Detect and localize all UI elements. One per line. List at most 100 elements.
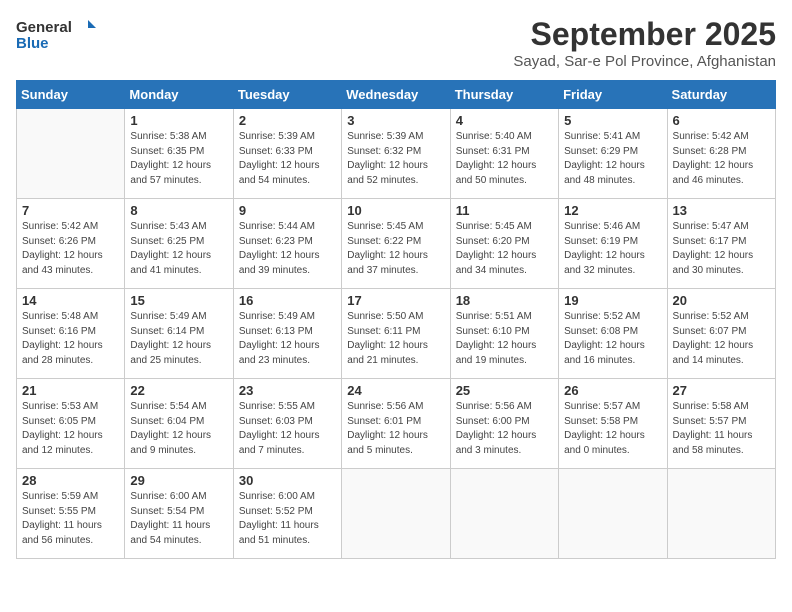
day-number: 9 xyxy=(239,203,336,218)
day-number: 12 xyxy=(564,203,661,218)
day-info: Sunrise: 5:43 AM Sunset: 6:25 PM Dayligh… xyxy=(130,220,227,278)
calendar-cell: 14Sunrise: 5:48 AM Sunset: 6:16 PM Dayli… xyxy=(17,289,125,379)
day-number: 8 xyxy=(130,203,227,218)
calendar-week-row: 7 Sunrise: 5:42 AM Sunset: 6:26 PM Daylig… xyxy=(17,199,776,289)
day-number: 4 xyxy=(456,113,553,128)
calendar-cell: 30 Sunrise: 6:00 AM Sunset: 5:52 PM Dayli… xyxy=(233,469,341,559)
calendar-week-row: 21Sunrise: 5:53 AM Sunset: 6:05 PM Dayli… xyxy=(17,379,776,469)
day-number: 20 xyxy=(673,293,770,308)
day-info: Sunrise: 5:58 AM Sunset: 5:57 PM Dayligh… xyxy=(673,400,770,458)
calendar-cell: 27 Sunrise: 5:58 AM Sunset: 5:57 PM Dayli… xyxy=(667,379,775,469)
day-number: 27 xyxy=(673,383,770,398)
day-number: 23 xyxy=(239,383,336,398)
day-number: 30 xyxy=(239,473,336,488)
day-info: Sunrise: 5:38 AM Sunset: 6:35 PM Dayligh… xyxy=(130,130,227,188)
weekday-header: Thursday xyxy=(450,81,558,109)
page-header: General Blue September 2025 Sayad, Sar-e… xyxy=(16,16,776,70)
day-info: Sunrise: 5:45 AM Sunset: 6:20 PM Dayligh… xyxy=(456,220,553,278)
day-number: 29 xyxy=(130,473,227,488)
logo-svg: General Blue xyxy=(16,16,96,54)
day-number: 7 xyxy=(22,203,119,218)
logo: General Blue xyxy=(16,16,96,59)
calendar-cell: 26Sunrise: 5:57 AM Sunset: 5:58 PM Dayli… xyxy=(559,379,667,469)
day-number: 11 xyxy=(456,203,553,218)
calendar-cell: 2 Sunrise: 5:39 AM Sunset: 6:33 PM Daylig… xyxy=(233,109,341,199)
calendar-week-row: 28 Sunrise: 5:59 AM Sunset: 5:55 PM Dayli… xyxy=(17,469,776,559)
calendar-cell: 11 Sunrise: 5:45 AM Sunset: 6:20 PM Dayli… xyxy=(450,199,558,289)
calendar-cell xyxy=(17,109,125,199)
day-number: 28 xyxy=(22,473,119,488)
day-number: 1 xyxy=(130,113,227,128)
day-info: Sunrise: 5:46 AM Sunset: 6:19 PM Dayligh… xyxy=(564,220,661,278)
calendar-cell: 13 Sunrise: 5:47 AM Sunset: 6:17 PM Dayli… xyxy=(667,199,775,289)
day-info: Sunrise: 5:44 AM Sunset: 6:23 PM Dayligh… xyxy=(239,220,336,278)
svg-text:General: General xyxy=(16,19,72,36)
day-info: Sunrise: 5:53 AM Sunset: 6:05 PM Dayligh… xyxy=(22,400,119,458)
day-info: Sunrise: 5:50 AM Sunset: 6:11 PM Dayligh… xyxy=(347,310,444,368)
day-info: Sunrise: 5:56 AM Sunset: 6:01 PM Dayligh… xyxy=(347,400,444,458)
weekday-header: Wednesday xyxy=(342,81,450,109)
day-info: Sunrise: 5:40 AM Sunset: 6:31 PM Dayligh… xyxy=(456,130,553,188)
calendar-cell: 5Sunrise: 5:41 AM Sunset: 6:29 PM Daylig… xyxy=(559,109,667,199)
day-number: 15 xyxy=(130,293,227,308)
day-info: Sunrise: 5:52 AM Sunset: 6:08 PM Dayligh… xyxy=(564,310,661,368)
weekday-header: Friday xyxy=(559,81,667,109)
calendar-cell: 15 Sunrise: 5:49 AM Sunset: 6:14 PM Dayli… xyxy=(125,289,233,379)
day-info: Sunrise: 5:49 AM Sunset: 6:14 PM Dayligh… xyxy=(130,310,227,368)
calendar-week-row: 1 Sunrise: 5:38 AM Sunset: 6:35 PM Daylig… xyxy=(17,109,776,199)
calendar-cell: 20Sunrise: 5:52 AM Sunset: 6:07 PM Dayli… xyxy=(667,289,775,379)
logo-text: General Blue xyxy=(16,16,96,59)
calendar-cell: 28 Sunrise: 5:59 AM Sunset: 5:55 PM Dayli… xyxy=(17,469,125,559)
location: Sayad, Sar-e Pol Province, Afghanistan xyxy=(513,53,776,70)
day-info: Sunrise: 5:42 AM Sunset: 6:26 PM Dayligh… xyxy=(22,220,119,278)
day-info: Sunrise: 5:59 AM Sunset: 5:55 PM Dayligh… xyxy=(22,490,119,548)
day-info: Sunrise: 5:54 AM Sunset: 6:04 PM Dayligh… xyxy=(130,400,227,458)
day-info: Sunrise: 5:49 AM Sunset: 6:13 PM Dayligh… xyxy=(239,310,336,368)
day-info: Sunrise: 6:00 AM Sunset: 5:54 PM Dayligh… xyxy=(130,490,227,548)
calendar-cell: 10 Sunrise: 5:45 AM Sunset: 6:22 PM Dayli… xyxy=(342,199,450,289)
calendar-cell: 1 Sunrise: 5:38 AM Sunset: 6:35 PM Daylig… xyxy=(125,109,233,199)
calendar-cell: 17 Sunrise: 5:50 AM Sunset: 6:11 PM Dayli… xyxy=(342,289,450,379)
calendar-cell: 18 Sunrise: 5:51 AM Sunset: 6:10 PM Dayli… xyxy=(450,289,558,379)
month-title: September 2025 xyxy=(513,16,776,53)
day-info: Sunrise: 5:57 AM Sunset: 5:58 PM Dayligh… xyxy=(564,400,661,458)
calendar-cell: 19Sunrise: 5:52 AM Sunset: 6:08 PM Dayli… xyxy=(559,289,667,379)
day-number: 25 xyxy=(456,383,553,398)
day-number: 22 xyxy=(130,383,227,398)
calendar-cell: 23Sunrise: 5:55 AM Sunset: 6:03 PM Dayli… xyxy=(233,379,341,469)
calendar-cell xyxy=(342,469,450,559)
calendar-cell: 8 Sunrise: 5:43 AM Sunset: 6:25 PM Daylig… xyxy=(125,199,233,289)
day-number: 18 xyxy=(456,293,553,308)
day-info: Sunrise: 5:39 AM Sunset: 6:32 PM Dayligh… xyxy=(347,130,444,188)
calendar-cell xyxy=(667,469,775,559)
day-info: Sunrise: 5:47 AM Sunset: 6:17 PM Dayligh… xyxy=(673,220,770,278)
day-number: 14 xyxy=(22,293,119,308)
calendar-cell: 7 Sunrise: 5:42 AM Sunset: 6:26 PM Daylig… xyxy=(17,199,125,289)
calendar-table: SundayMondayTuesdayWednesdayThursdayFrid… xyxy=(16,80,776,559)
day-number: 3 xyxy=(347,113,444,128)
day-number: 24 xyxy=(347,383,444,398)
day-number: 13 xyxy=(673,203,770,218)
calendar-cell: 21Sunrise: 5:53 AM Sunset: 6:05 PM Dayli… xyxy=(17,379,125,469)
calendar-cell: 16 Sunrise: 5:49 AM Sunset: 6:13 PM Dayli… xyxy=(233,289,341,379)
day-info: Sunrise: 5:42 AM Sunset: 6:28 PM Dayligh… xyxy=(673,130,770,188)
day-info: Sunrise: 5:56 AM Sunset: 6:00 PM Dayligh… xyxy=(456,400,553,458)
weekday-header-row: SundayMondayTuesdayWednesdayThursdayFrid… xyxy=(17,81,776,109)
day-number: 2 xyxy=(239,113,336,128)
day-info: Sunrise: 5:51 AM Sunset: 6:10 PM Dayligh… xyxy=(456,310,553,368)
day-info: Sunrise: 5:41 AM Sunset: 6:29 PM Dayligh… xyxy=(564,130,661,188)
day-info: Sunrise: 5:39 AM Sunset: 6:33 PM Dayligh… xyxy=(239,130,336,188)
day-number: 10 xyxy=(347,203,444,218)
weekday-header: Saturday xyxy=(667,81,775,109)
calendar-cell: 3 Sunrise: 5:39 AM Sunset: 6:32 PM Daylig… xyxy=(342,109,450,199)
day-info: Sunrise: 5:45 AM Sunset: 6:22 PM Dayligh… xyxy=(347,220,444,278)
svg-text:Blue: Blue xyxy=(16,35,49,52)
calendar-cell xyxy=(450,469,558,559)
weekday-header: Monday xyxy=(125,81,233,109)
calendar-cell: 29 Sunrise: 6:00 AM Sunset: 5:54 PM Dayli… xyxy=(125,469,233,559)
day-number: 17 xyxy=(347,293,444,308)
day-number: 16 xyxy=(239,293,336,308)
title-block: September 2025 Sayad, Sar-e Pol Province… xyxy=(513,16,776,70)
day-info: Sunrise: 6:00 AM Sunset: 5:52 PM Dayligh… xyxy=(239,490,336,548)
calendar-cell: 25 Sunrise: 5:56 AM Sunset: 6:00 PM Dayli… xyxy=(450,379,558,469)
